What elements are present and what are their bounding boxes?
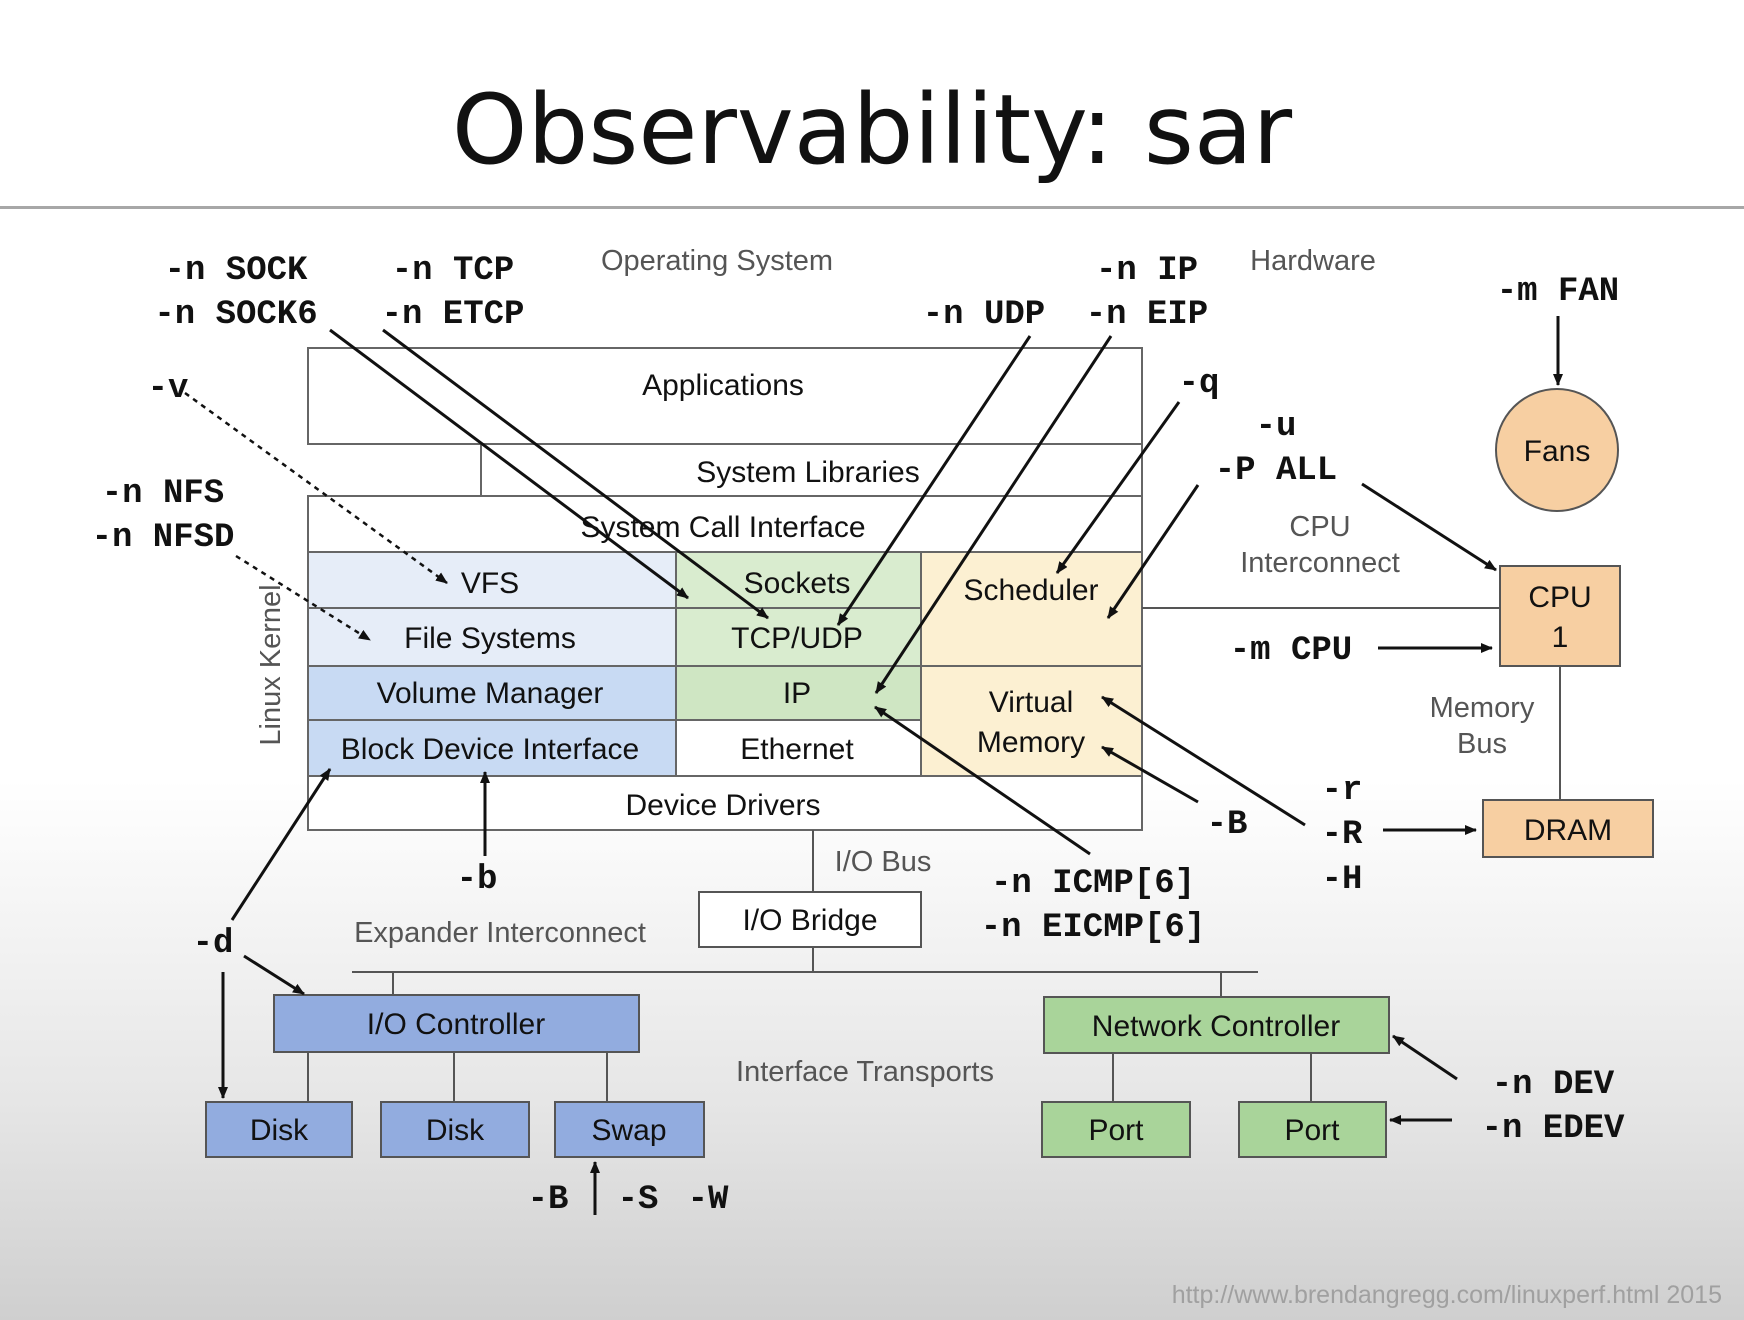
disk-1-label: Disk [250,1114,309,1147]
block-device-interface-label: Block Device Interface [341,733,639,766]
swap-label: Swap [591,1114,666,1147]
flag-r-upper: -R [1322,816,1363,854]
interface-transports-label: Interface Transports [736,1056,994,1088]
io-controller-label: I/O Controller [367,1008,545,1041]
flag-n-etcp: -n ETCP [382,296,525,334]
arrow-n-dev-to-network-controller [1392,1034,1458,1081]
flag-n-eip: -n EIP [1086,296,1208,334]
memory-bus-label-line2: Bus [1457,728,1507,760]
flag-r-lower: -r [1322,772,1363,810]
virtual-memory-label-line2: Memory [977,726,1085,759]
sar-observability-diagram: Operating System Hardware Linux Kernel A… [92,245,1722,1309]
flag-b-swap: -B [528,1181,569,1219]
flag-u: -u [1256,408,1297,446]
cpu-label-line2: 1 [1552,621,1569,654]
applications-label: Applications [642,369,804,402]
ethernet-label: Ethernet [740,733,854,766]
flag-n-tcp: -n TCP [392,252,514,290]
hardware-section-label: Hardware [1250,245,1376,277]
port-1-label: Port [1088,1114,1144,1147]
flag-n-nfsd: -n NFSD [92,519,235,557]
flag-n-icmp: -n ICMP[6] [991,865,1195,903]
system-libraries-label: System Libraries [696,456,919,489]
flag-m-fan: -m FAN [1497,273,1619,311]
flag-b-lower: -b [457,861,498,899]
disk-2-label: Disk [426,1114,485,1147]
linux-kernel-label: Linux Kernel [255,584,287,745]
flag-n-eicmp: -n EICMP[6] [981,909,1205,947]
expander-interconnect-label: Expander Interconnect [354,917,646,949]
flag-p-all: -P ALL [1215,452,1337,490]
flag-w-swap: -W [688,1181,729,1219]
flag-n-sock6: -n SOCK6 [154,296,317,334]
fans-label: Fans [1524,435,1591,468]
device-drivers-label: Device Drivers [625,789,820,822]
flag-n-udp: -n UDP [923,296,1045,334]
arrow-d-to-block-device [230,768,332,921]
flag-q: -q [1179,365,1220,403]
cpu-label-line1: CPU [1528,581,1591,614]
virtual-memory-label-line1: Virtual [989,686,1074,719]
tcp-udp-label: TCP/UDP [731,622,863,655]
vfs-label: VFS [461,567,519,600]
io-bridge-label: I/O Bridge [742,904,877,937]
file-systems-label: File Systems [404,622,576,655]
dram-label: DRAM [1524,814,1612,847]
flag-b-upper: -B [1207,806,1248,844]
scheduler-block [920,551,1143,667]
port-2-label: Port [1284,1114,1340,1147]
source-footer: http://www.brendangregg.com/linuxperf.ht… [1172,1281,1722,1309]
cpu-interconnect-label-line1: CPU [1289,511,1350,543]
flag-n-ip: -n IP [1096,252,1198,290]
network-controller-label: Network Controller [1092,1010,1340,1043]
sockets-label: Sockets [744,567,851,600]
io-bus-label: I/O Bus [835,846,932,878]
flag-v: -v [148,370,189,408]
memory-bus-label-line1: Memory [1430,692,1535,724]
ip-label: IP [783,677,811,710]
flag-n-nfs: -n NFS [102,475,224,513]
flag-n-sock: -n SOCK [165,252,308,290]
volume-manager-label: Volume Manager [377,677,604,710]
cpu-interconnect-label-line2: Interconnect [1240,547,1400,579]
os-section-label: Operating System [601,245,833,277]
system-call-interface-label: System Call Interface [580,511,865,544]
flag-h: -H [1322,861,1363,899]
scheduler-label: Scheduler [963,574,1098,607]
flag-s-swap: -S [618,1181,659,1219]
flag-d: -d [193,925,234,963]
arrow-d-to-io-controller [243,954,305,996]
flag-n-edev: -n EDEV [1482,1110,1625,1148]
flag-n-dev: -n DEV [1492,1066,1615,1104]
flag-m-cpu: -m CPU [1230,632,1352,670]
